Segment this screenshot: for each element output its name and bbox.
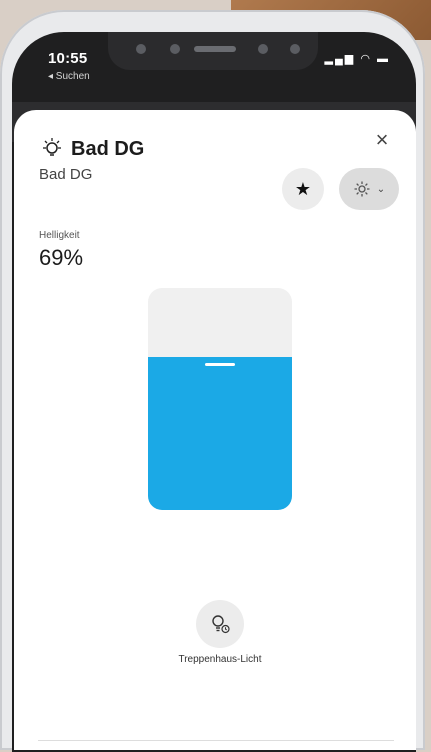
chevron-down-icon: ⌄ (376, 183, 386, 195)
brightness-value: 69% (39, 245, 84, 270)
device-detail-sheet: × Bad DG Bad DG ★ ⌄ Helligkeit 69% Trepp… (14, 110, 416, 750)
wifi-icon: ◠ (360, 53, 372, 65)
signal-icon: ▂▄▆ (324, 53, 356, 65)
notch-dot (170, 44, 180, 54)
gear-icon (354, 181, 370, 197)
bulb-icon (43, 138, 61, 156)
close-icon: × (375, 127, 389, 152)
back-to-search-link[interactable]: ◂ Suchen (48, 71, 90, 82)
settings-menu-button[interactable]: ⌄ (339, 168, 399, 210)
notch-dot (136, 44, 146, 54)
battery-icon: ▬ (377, 53, 390, 65)
camera-dot (290, 44, 300, 54)
staircase-light-button[interactable] (196, 600, 244, 648)
room-subtitle: Bad DG (39, 166, 93, 183)
page-title: Bad DG (71, 137, 145, 160)
close-button[interactable]: × (370, 128, 394, 152)
notch (108, 32, 318, 70)
status-icons: ▂▄▆ ◠ ▬ (325, 52, 390, 65)
staircase-light-label: Treppenhaus-Licht (178, 654, 262, 665)
brightness-slider-fill (148, 357, 292, 510)
status-time: 10:55 (48, 50, 88, 67)
brightness-slider-handle[interactable] (205, 363, 235, 366)
title-row: Bad DG (39, 136, 144, 162)
speaker-grille (194, 46, 236, 52)
favorite-button[interactable]: ★ (282, 168, 324, 210)
brightness-label: Helligkeit (39, 230, 80, 241)
divider (38, 740, 394, 741)
brightness-slider[interactable] (148, 288, 292, 510)
star-icon: ★ (294, 178, 312, 199)
phone-frame: 10:55 ◂ Suchen ▂▄▆ ◠ ▬ × Bad DG Bad DG ★… (0, 10, 425, 752)
bulb-timer-icon (212, 615, 230, 634)
camera-dot (258, 44, 268, 54)
